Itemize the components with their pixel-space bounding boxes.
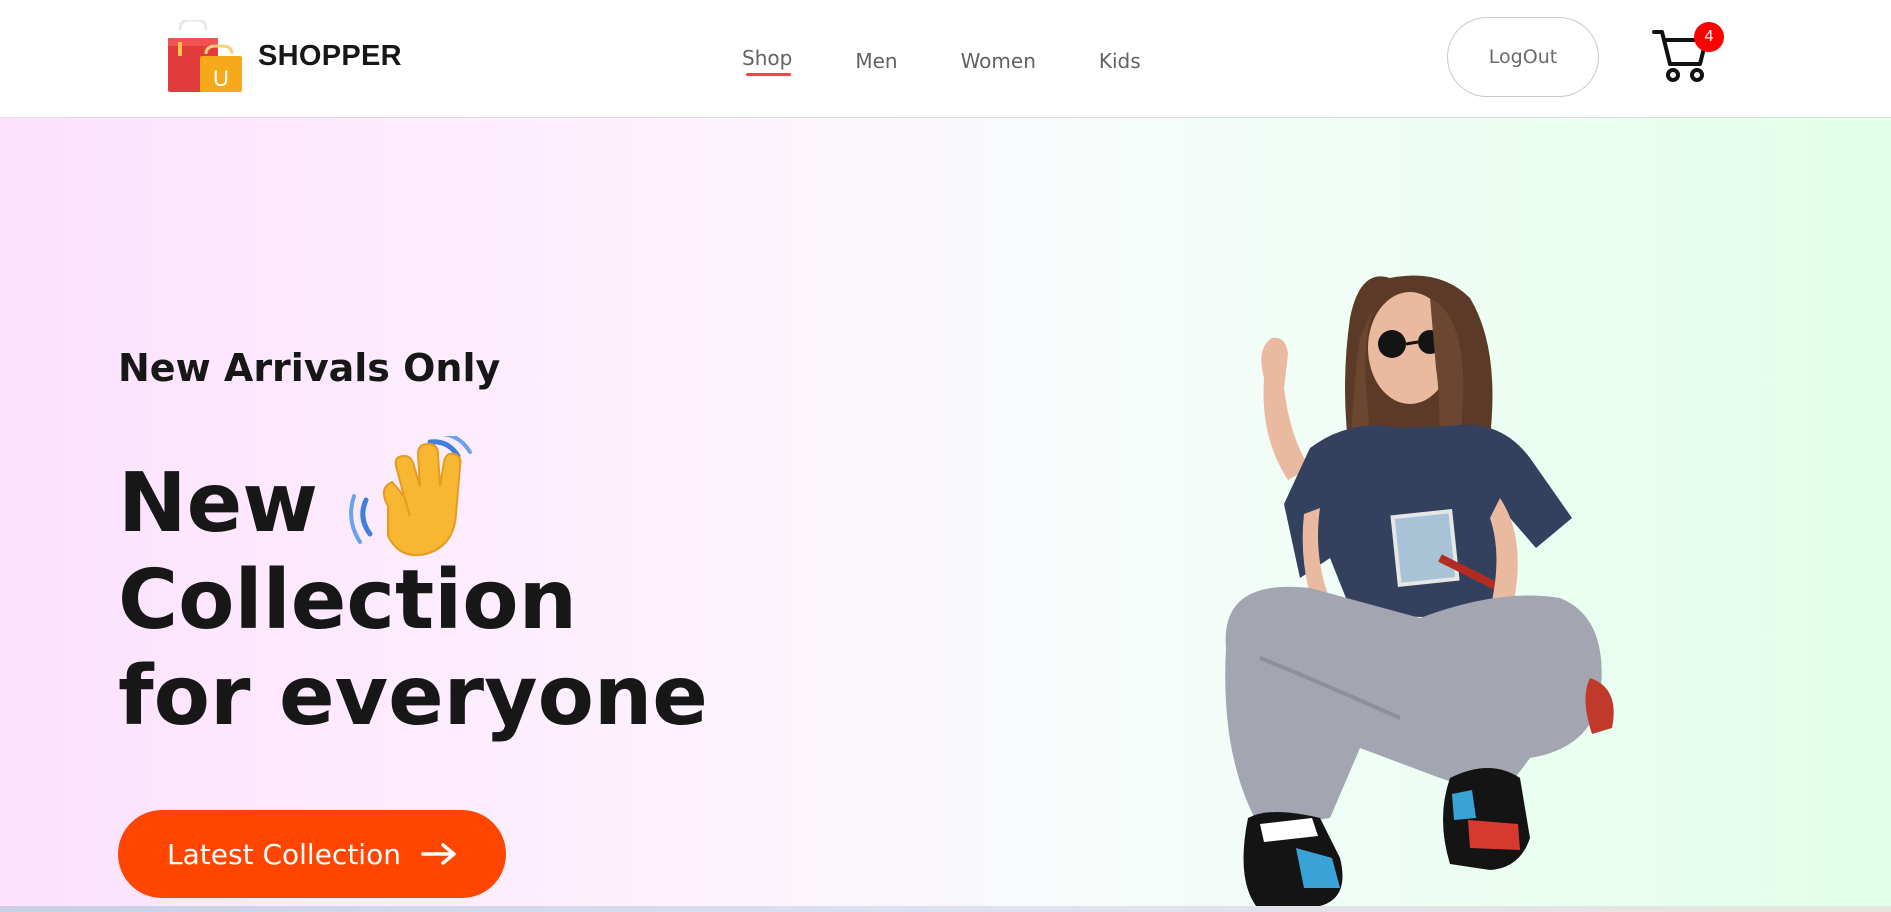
arrow-right-icon bbox=[421, 843, 456, 865]
active-nav-underline bbox=[746, 73, 791, 76]
brand-logo[interactable]: U SHOPPER bbox=[166, 20, 402, 92]
hero-headline-line-1: New bbox=[118, 436, 478, 562]
hero-subtitle: New Arrivals Only bbox=[118, 346, 501, 390]
shopping-bags-icon: U bbox=[168, 20, 242, 92]
nav-item-label: Shop bbox=[742, 46, 793, 70]
latest-collection-label: Latest Collection bbox=[167, 837, 401, 871]
nav-item-women[interactable]: Women bbox=[961, 41, 1036, 81]
hero-model-image bbox=[1225, 275, 1614, 906]
hero-bottom-edge bbox=[0, 906, 1891, 912]
nav-item-label: Women bbox=[960, 49, 1036, 73]
hero-headline-line-3: for everyone bbox=[118, 649, 708, 744]
hero-section: New Arrivals Only New Collection for eve… bbox=[0, 118, 1891, 906]
navbar: U SHOPPER Shop Men Women Kids LogOut 4 bbox=[0, 0, 1891, 118]
cart-count-badge: 4 bbox=[1694, 22, 1724, 52]
hero-headline-line-2: Collection bbox=[118, 553, 577, 648]
latest-collection-button[interactable]: Latest Collection bbox=[118, 810, 506, 898]
main-nav: Shop Men Women Kids bbox=[742, 38, 1141, 78]
nav-item-kids[interactable]: Kids bbox=[1099, 41, 1141, 81]
cart-button[interactable]: 4 bbox=[1652, 22, 1724, 82]
headline-text: New bbox=[118, 456, 318, 551]
logout-button[interactable]: LogOut bbox=[1447, 17, 1599, 97]
nav-item-label: Kids bbox=[1098, 49, 1141, 73]
nav-item-label: Men bbox=[855, 49, 898, 73]
brand-name: SHOPPER bbox=[258, 39, 402, 72]
waving-hand-icon bbox=[349, 436, 472, 557]
nav-item-men[interactable]: Men bbox=[855, 41, 897, 81]
logo-badge-letter: U bbox=[213, 66, 229, 91]
nav-item-shop[interactable]: Shop bbox=[742, 38, 792, 78]
